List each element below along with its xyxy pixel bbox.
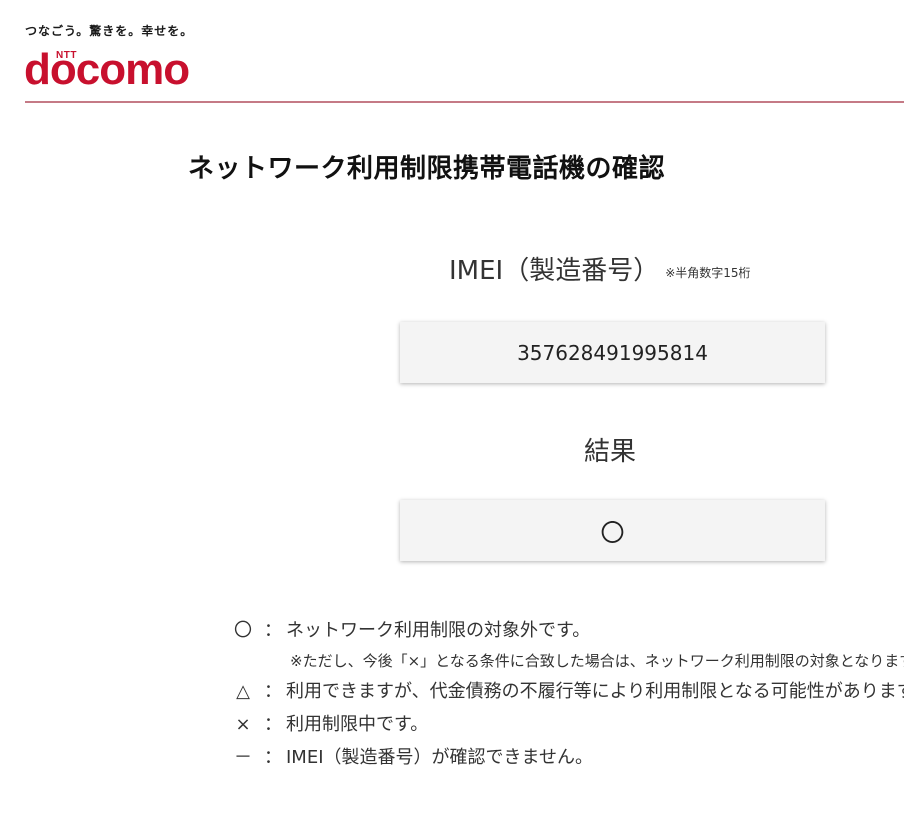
logo-docomo-text: docomo xyxy=(24,45,190,94)
imei-label-text: IMEI（製造番号） xyxy=(449,256,660,286)
legend-item-caution: △ ： 利用できますが、代金債務の不履行等により利用制限となる可能性があります。 xyxy=(232,675,904,708)
legend-text: 利用制限中です。 xyxy=(286,714,429,735)
legend-text: IMEI（製造番号）が確認できません。 xyxy=(286,747,593,768)
legend-colon: ： xyxy=(264,714,282,735)
tagline: つなごう。驚きを。幸せを。 xyxy=(25,24,194,38)
legend-symbol-dash: － xyxy=(234,747,252,768)
docomo-logo[interactable]: NTT docomo xyxy=(24,40,214,94)
legend-symbol-triangle: △ xyxy=(236,681,250,702)
legend-colon: ： xyxy=(264,681,282,702)
result-value: 〇 xyxy=(600,519,625,547)
legend-symbol-cross: × xyxy=(235,714,251,735)
header: つなごう。驚きを。幸せを。 NTT docomo xyxy=(0,0,904,103)
page-title: ネットワーク利用制限携帯電話機の確認 xyxy=(188,154,666,184)
result-label: 結果 xyxy=(584,437,637,467)
legend-colon: ： xyxy=(264,620,282,641)
page: つなごう。驚きを。幸せを。 NTT docomo ネットワーク利用制限携帯電話機… xyxy=(0,0,904,818)
imei-value: 357628491995814 xyxy=(517,340,708,365)
header-divider xyxy=(25,101,904,103)
imei-label: IMEI（製造番号） ※半角数字15桁 xyxy=(449,250,751,287)
result-legend: 〇 ： ネットワーク利用制限の対象外です。 ※ただし、今後「×」となる条件に合致… xyxy=(232,614,904,774)
legend-item-unknown: － ： IMEI（製造番号）が確認できません。 xyxy=(232,741,904,774)
result-value-field: 〇 xyxy=(400,500,825,561)
legend-symbol-circle: 〇 xyxy=(234,620,252,641)
legend-item-ok: 〇 ： ネットワーク利用制限の対象外です。 xyxy=(232,614,904,647)
legend-note: ※ただし、今後「×」となる条件に合致した場合は、ネットワーク利用制限の対象となり… xyxy=(290,652,904,670)
legend-colon: ： xyxy=(264,747,282,768)
legend-item-restricted: × ： 利用制限中です。 xyxy=(232,708,904,741)
imei-value-field: 357628491995814 xyxy=(400,322,825,383)
imei-note: ※半角数字15桁 xyxy=(665,266,751,280)
legend-text: ネットワーク利用制限の対象外です。 xyxy=(286,620,591,641)
legend-text: 利用できますが、代金債務の不履行等により利用制限となる可能性があります。 xyxy=(286,681,904,702)
